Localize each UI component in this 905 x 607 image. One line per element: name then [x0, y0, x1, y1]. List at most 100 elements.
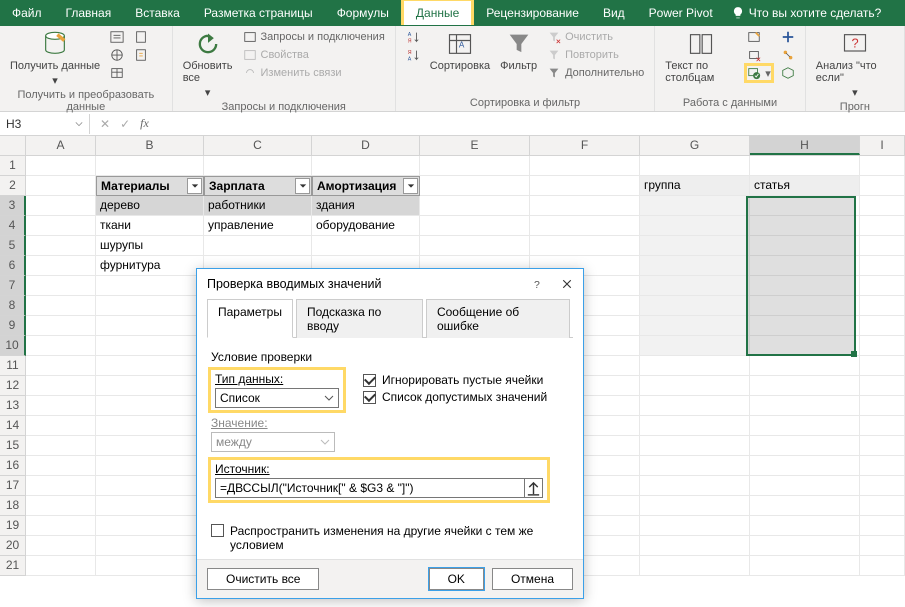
sort-button[interactable]: A Сортировка	[430, 30, 490, 72]
cell[interactable]	[26, 536, 96, 556]
cell[interactable]	[26, 456, 96, 476]
cell[interactable]	[750, 396, 860, 416]
cell[interactable]	[96, 556, 204, 576]
cell[interactable]	[860, 396, 905, 416]
cell[interactable]	[860, 236, 905, 256]
propagate-checkbox[interactable]: Распространить изменения на другие ячейк…	[211, 524, 569, 552]
cell[interactable]	[750, 276, 860, 296]
cell[interactable]	[26, 436, 96, 456]
cell[interactable]	[860, 416, 905, 436]
cell[interactable]: группа	[640, 176, 750, 196]
cell[interactable]	[204, 236, 312, 256]
cell[interactable]	[420, 196, 530, 216]
cell[interactable]	[860, 436, 905, 456]
cell[interactable]	[750, 416, 860, 436]
consolidate-button[interactable]	[781, 30, 795, 44]
cell[interactable]	[860, 456, 905, 476]
queries-button[interactable]: Запросы и подключения	[243, 30, 385, 44]
cell[interactable]	[26, 236, 96, 256]
cell[interactable]	[640, 436, 750, 456]
sort-az-button[interactable]: AЯ	[406, 30, 420, 44]
row-header[interactable]: 10	[0, 336, 26, 356]
cell[interactable]	[750, 376, 860, 396]
cell[interactable]: Амортизация	[312, 176, 420, 196]
cell[interactable]	[860, 476, 905, 496]
cell[interactable]	[640, 476, 750, 496]
cell[interactable]	[640, 536, 750, 556]
cell[interactable]	[26, 396, 96, 416]
cell[interactable]	[750, 536, 860, 556]
cell[interactable]	[640, 196, 750, 216]
relationships-button[interactable]	[781, 48, 795, 62]
cell[interactable]	[640, 496, 750, 516]
from-web-button[interactable]	[110, 48, 124, 62]
row-header[interactable]: 21	[0, 556, 26, 576]
tab-error-alert[interactable]: Сообщение об ошибке	[426, 299, 570, 338]
cell[interactable]	[750, 336, 860, 356]
get-data-button[interactable]: Получить данные▾	[10, 30, 100, 87]
cell[interactable]	[640, 376, 750, 396]
row-header[interactable]: 18	[0, 496, 26, 516]
cell[interactable]	[860, 536, 905, 556]
tab-data[interactable]: Данные	[401, 0, 474, 25]
row-header[interactable]: 9	[0, 316, 26, 336]
tab-formulas[interactable]: Формулы	[325, 1, 401, 25]
tab-home[interactable]: Главная	[54, 1, 124, 25]
cell[interactable]	[26, 356, 96, 376]
cell[interactable]	[750, 356, 860, 376]
cell[interactable]: ткани	[96, 216, 204, 236]
cell[interactable]	[750, 296, 860, 316]
ok-button[interactable]: OK	[429, 568, 484, 590]
cell[interactable]	[96, 276, 204, 296]
cell[interactable]	[860, 216, 905, 236]
cell[interactable]	[750, 476, 860, 496]
cell[interactable]	[640, 296, 750, 316]
cell[interactable]	[96, 396, 204, 416]
cell[interactable]	[26, 556, 96, 576]
cell[interactable]	[640, 396, 750, 416]
cell[interactable]	[750, 316, 860, 336]
col-F[interactable]: F	[530, 136, 640, 155]
text-to-columns-button[interactable]: Текст по столбцам	[665, 30, 737, 84]
cell[interactable]	[640, 256, 750, 276]
cell[interactable]	[640, 216, 750, 236]
row-header[interactable]: 14	[0, 416, 26, 436]
cell[interactable]	[640, 416, 750, 436]
cell[interactable]	[530, 216, 640, 236]
cell[interactable]	[26, 476, 96, 496]
cell[interactable]	[312, 236, 420, 256]
in-cell-dropdown-checkbox[interactable]: Список допустимых значений	[363, 390, 547, 404]
row-header[interactable]: 13	[0, 396, 26, 416]
cell[interactable]: статья	[750, 176, 860, 196]
search-box[interactable]: Что вы хотите сделать?	[731, 6, 882, 20]
cell[interactable]	[26, 296, 96, 316]
row-header[interactable]: 6	[0, 256, 26, 276]
cell[interactable]: Материалы	[96, 176, 204, 196]
tab-insert[interactable]: Вставка	[123, 1, 192, 25]
cell[interactable]	[860, 376, 905, 396]
cell[interactable]: Зарплата	[204, 176, 312, 196]
row-header[interactable]: 3	[0, 196, 26, 216]
row-header[interactable]: 19	[0, 516, 26, 536]
tab-view[interactable]: Вид	[591, 1, 637, 25]
cell[interactable]	[750, 556, 860, 576]
cell[interactable]	[860, 276, 905, 296]
cell[interactable]	[750, 436, 860, 456]
cell[interactable]	[420, 236, 530, 256]
cell[interactable]	[96, 516, 204, 536]
row-header[interactable]: 2	[0, 176, 26, 196]
cell[interactable]	[96, 536, 204, 556]
close-icon[interactable]	[561, 278, 573, 290]
fx-icon[interactable]: fx	[140, 116, 149, 131]
cell[interactable]	[640, 336, 750, 356]
cell[interactable]	[530, 196, 640, 216]
col-E[interactable]: E	[420, 136, 530, 155]
cell[interactable]	[420, 216, 530, 236]
cell[interactable]	[860, 496, 905, 516]
row-header[interactable]: 12	[0, 376, 26, 396]
tab-powerpivot[interactable]: Power Pivot	[637, 1, 725, 25]
cell[interactable]	[750, 256, 860, 276]
cell[interactable]	[750, 516, 860, 536]
cell[interactable]	[26, 176, 96, 196]
cell[interactable]: здания	[312, 196, 420, 216]
